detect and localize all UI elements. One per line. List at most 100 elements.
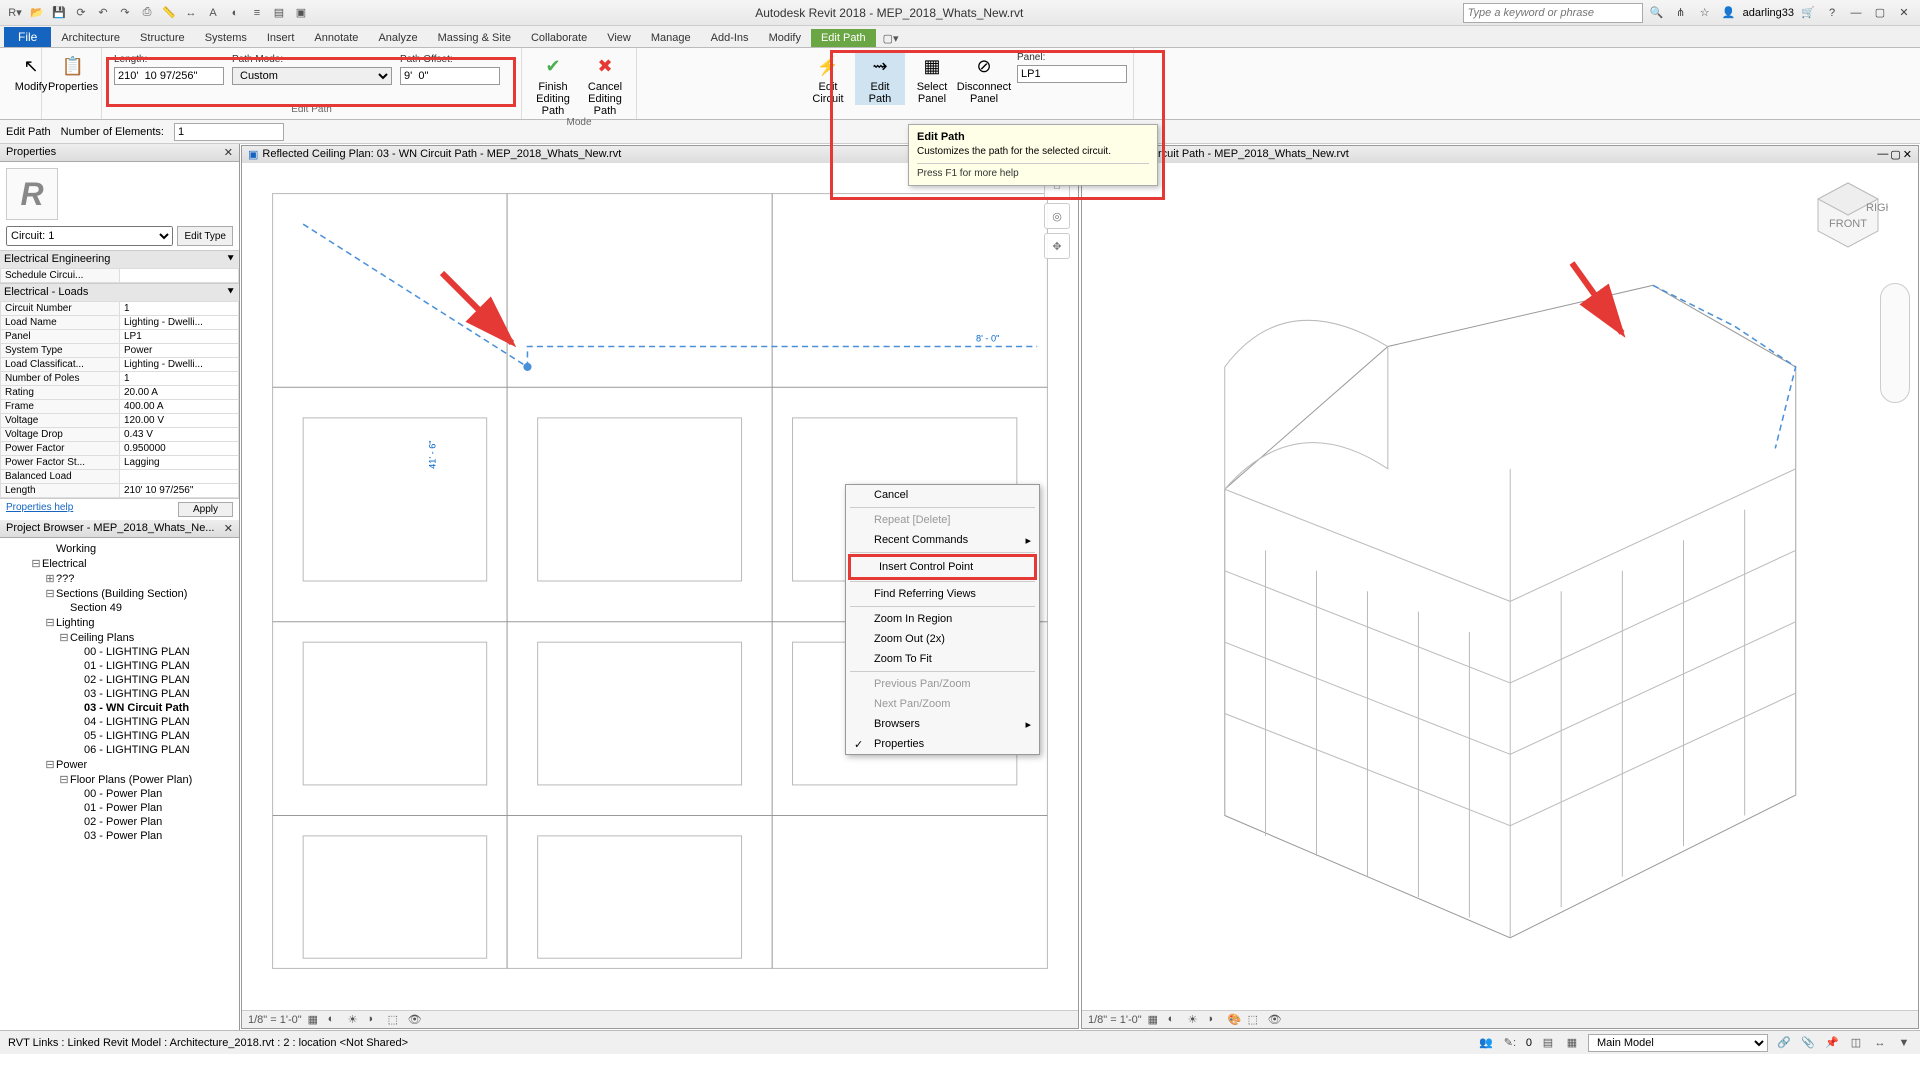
tree-item[interactable]: Working	[2, 542, 237, 556]
tree-item[interactable]: 03 - WN Circuit Path	[2, 701, 237, 715]
cat-elec-loads[interactable]: Electrical - Loads⯆	[0, 283, 239, 301]
open-icon[interactable]: 📂	[28, 4, 46, 22]
ctx-zoom-out[interactable]: Zoom Out (2x)	[846, 629, 1039, 649]
view2-max-icon[interactable]: ▢	[1890, 148, 1900, 161]
prop-value[interactable]: Lighting - Dwelli...	[120, 316, 239, 330]
prop-value[interactable]: Lighting - Dwelli...	[120, 358, 239, 372]
view1-scale[interactable]: 1/8" = 1'-0"	[248, 1014, 302, 1026]
help-icon[interactable]: ?	[1822, 4, 1842, 22]
tree-item[interactable]: 00 - LIGHTING PLAN	[2, 645, 237, 659]
nav-bar[interactable]	[1880, 283, 1910, 403]
undo-icon[interactable]: ↶	[94, 4, 112, 22]
redo-icon[interactable]: ↷	[116, 4, 134, 22]
main-model-icon[interactable]: ▦	[1564, 1035, 1580, 1051]
section-icon[interactable]: ◐	[226, 4, 244, 22]
tree-item[interactable]: 00 - Power Plan	[2, 787, 237, 801]
tree-item[interactable]: 06 - LIGHTING PLAN	[2, 743, 237, 757]
tab-addins[interactable]: Add-Ins	[701, 29, 759, 47]
tab-editpath[interactable]: Edit Path	[811, 29, 876, 47]
selectpanel-button[interactable]: ▦ Select Panel	[907, 52, 957, 105]
close-hidden-icon[interactable]: ▤	[270, 4, 288, 22]
measure-icon[interactable]: 📏	[160, 4, 178, 22]
type-selector[interactable]: Circuit: 1	[6, 226, 173, 246]
detail-level-icon[interactable]: ▦	[308, 1013, 322, 1027]
thin-lines-icon[interactable]: ≡	[248, 4, 266, 22]
hide-icon[interactable]: 👁	[1268, 1013, 1282, 1027]
tree-item[interactable]: 01 - Power Plan	[2, 801, 237, 815]
save-icon[interactable]: 💾	[50, 4, 68, 22]
view2-close-icon[interactable]: ✕	[1903, 148, 1912, 161]
tree-item[interactable]: ⊟Lighting	[2, 615, 237, 630]
tab-manage[interactable]: Manage	[641, 29, 701, 47]
disconnect-button[interactable]: ⊘ Disconnect Panel	[959, 52, 1009, 105]
sun-icon[interactable]: ☀	[348, 1013, 362, 1027]
ctx-cancel[interactable]: Cancel	[846, 485, 1039, 505]
tab-collaborate[interactable]: Collaborate	[521, 29, 597, 47]
hide-icon[interactable]: 👁	[408, 1013, 422, 1027]
view2-scale[interactable]: 1/8" = 1'-0"	[1088, 1014, 1142, 1026]
apply-button[interactable]: Apply	[178, 502, 233, 517]
restore-icon[interactable]: ▢	[1870, 4, 1890, 22]
tree-item[interactable]: ⊟Floor Plans (Power Plan)	[2, 772, 237, 787]
cancel-button[interactable]: ✖ Cancel Editing Path	[580, 52, 630, 117]
offset-input[interactable]	[400, 67, 500, 85]
minimize-icon[interactable]: —	[1846, 4, 1866, 22]
tree-item[interactable]: ⊟Electrical	[2, 556, 237, 571]
prop-value[interactable]: 20.00 A	[120, 386, 239, 400]
select-underlay-icon[interactable]: 📎	[1800, 1035, 1816, 1051]
crop-icon[interactable]: ⬚	[1248, 1013, 1262, 1027]
tree-item[interactable]: ⊟Ceiling Plans	[2, 630, 237, 645]
prop-value[interactable]: Lagging	[120, 456, 239, 470]
browser-close-icon[interactable]: ✕	[224, 522, 233, 535]
visual-style-icon[interactable]: ◐	[1168, 1013, 1182, 1027]
visual-style-icon[interactable]: ◐	[328, 1013, 342, 1027]
tab-analyze[interactable]: Analyze	[368, 29, 427, 47]
prop-value[interactable]: LP1	[120, 330, 239, 344]
main-model-select[interactable]: Main Model	[1588, 1034, 1768, 1052]
close-icon[interactable]: ✕	[1894, 4, 1914, 22]
ctx-zoom-fit[interactable]: Zoom To Fit	[846, 649, 1039, 669]
print-icon[interactable]: ⎙	[138, 4, 156, 22]
prop-value[interactable]: 1	[120, 302, 239, 316]
tree-item[interactable]: Section 49	[2, 601, 237, 615]
ctx-properties[interactable]: Properties	[846, 734, 1039, 754]
comm-icon[interactable]: ⋔	[1671, 4, 1691, 22]
ctx-recent[interactable]: Recent Commands	[846, 530, 1039, 550]
tree-item[interactable]: 02 - Power Plan	[2, 815, 237, 829]
filter-icon[interactable]: ▼	[1896, 1035, 1912, 1051]
shadows-icon[interactable]: ◗	[1208, 1013, 1222, 1027]
drag-icon[interactable]: ↔	[1872, 1035, 1888, 1051]
app-menu-icon[interactable]: R▾	[6, 4, 24, 22]
prop-value[interactable]: 120.00 V	[120, 414, 239, 428]
pathmode-select[interactable]: Custom	[232, 67, 392, 85]
tab-file[interactable]: File	[4, 27, 51, 47]
prop-value[interactable]: 0.43 V	[120, 428, 239, 442]
ribbon-toggle-icon[interactable]: ▢▾	[882, 29, 900, 47]
tab-structure[interactable]: Structure	[130, 29, 195, 47]
tree-item[interactable]: ⊞???	[2, 571, 237, 586]
favorite-icon[interactable]: ☆	[1695, 4, 1715, 22]
panel-input[interactable]	[1017, 65, 1127, 83]
select-pinned-icon[interactable]: 📌	[1824, 1035, 1840, 1051]
tree-item[interactable]: ⊟Power	[2, 757, 237, 772]
tree-item[interactable]: 03 - LIGHTING PLAN	[2, 687, 237, 701]
tree-item[interactable]: 04 - LIGHTING PLAN	[2, 715, 237, 729]
tab-insert[interactable]: Insert	[257, 29, 305, 47]
search-icon[interactable]: 🔍	[1647, 4, 1667, 22]
sync-icon[interactable]: ⟳	[72, 4, 90, 22]
detail-level-icon[interactable]: ▦	[1148, 1013, 1162, 1027]
select-face-icon[interactable]: ◫	[1848, 1035, 1864, 1051]
prop-value[interactable]: 210' 10 97/256"	[120, 484, 239, 498]
nav-pan-icon[interactable]: ✥	[1044, 233, 1070, 259]
shadows-icon[interactable]: ◗	[368, 1013, 382, 1027]
view-cube[interactable]: FRONT RIGHT	[1808, 175, 1888, 255]
ctx-find-referring[interactable]: Find Referring Views	[846, 584, 1039, 604]
properties-close-icon[interactable]: ✕	[224, 146, 233, 159]
properties-help-link[interactable]: Properties help	[6, 502, 73, 517]
design-options-icon[interactable]: ▤	[1540, 1035, 1556, 1051]
sun-icon[interactable]: ☀	[1188, 1013, 1202, 1027]
length-input[interactable]	[114, 67, 224, 85]
tab-massing[interactable]: Massing & Site	[428, 29, 521, 47]
signin-icon[interactable]: 👤	[1719, 4, 1739, 22]
tab-architecture[interactable]: Architecture	[51, 29, 130, 47]
